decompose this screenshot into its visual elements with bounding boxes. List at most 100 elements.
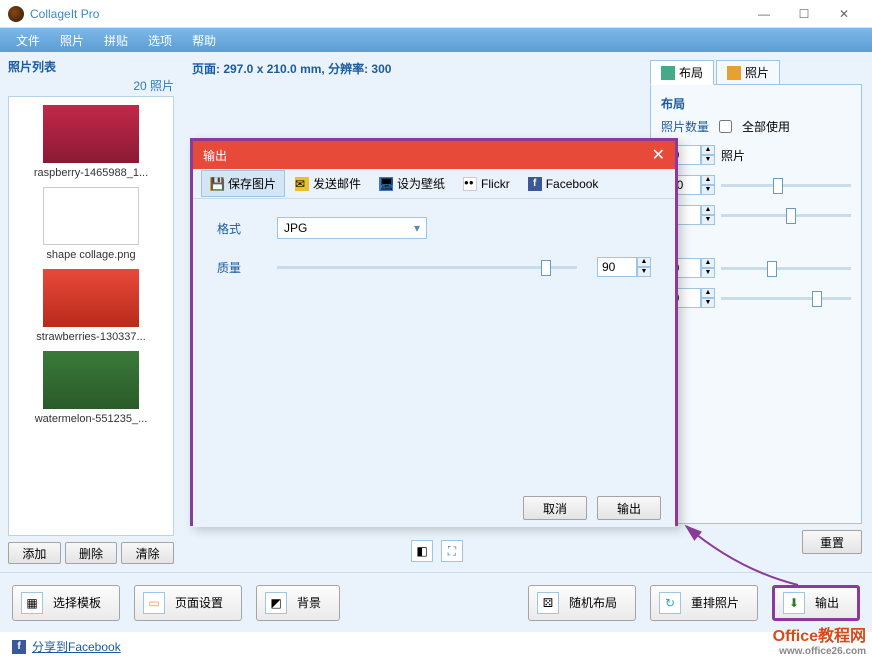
thumbnail-image (43, 187, 139, 245)
close-button[interactable]: ✕ (824, 1, 864, 27)
spin-down[interactable]: ▼ (701, 155, 715, 165)
spin-up[interactable]: ▲ (701, 175, 715, 185)
right-tabs: 布局 照片 (650, 60, 862, 85)
dice-icon: ⚄ (537, 592, 559, 614)
dialog-title: 输出 (203, 147, 227, 164)
spin-down[interactable]: ▼ (637, 267, 651, 277)
spin-down[interactable]: ▼ (701, 215, 715, 225)
minimize-button[interactable]: — (744, 1, 784, 27)
tab-send-mail[interactable]: ✉发送邮件 (287, 171, 369, 196)
thumbnail-image (43, 105, 139, 163)
confirm-export-button[interactable]: 输出 (597, 496, 661, 520)
page-icon: ▭ (143, 592, 165, 614)
facebook-icon: f (12, 640, 26, 654)
spin-up[interactable]: ▲ (701, 288, 715, 298)
list-item[interactable]: raspberry-1465988_1... (13, 105, 169, 179)
facebook-icon: f (528, 177, 542, 191)
tab-layout[interactable]: 布局 (650, 60, 714, 85)
spin-down[interactable]: ▼ (701, 185, 715, 195)
layout-group-title: 布局 (661, 95, 851, 112)
use-all-checkbox[interactable] (719, 120, 732, 133)
random-layout-button[interactable]: ⚄随机布局 (528, 585, 636, 621)
dialog-body: 格式 JPG ▾ 质量 ▲▼ (193, 199, 675, 489)
tab-flickr[interactable]: ●●Flickr (455, 173, 518, 195)
tab-save-image[interactable]: 💾保存图片 (201, 170, 285, 197)
use-all-label: 全部使用 (742, 118, 790, 135)
spin-down[interactable]: ▼ (701, 298, 715, 308)
dialog-title-bar: 输出 ✕ (193, 141, 675, 169)
refresh-icon: ↻ (659, 592, 681, 614)
left-panel: 照片列表 20 照片 raspberry-1465988_1... shape … (0, 52, 182, 572)
app-title: CollageIt Pro (30, 7, 99, 21)
spin-down[interactable]: ▼ (701, 268, 715, 278)
cancel-button[interactable]: 取消 (523, 496, 587, 520)
format-combo[interactable]: JPG ▾ (277, 217, 427, 239)
menu-file[interactable]: 文件 (6, 32, 50, 49)
spacing-slider[interactable] (721, 175, 851, 195)
clear-button[interactable]: 清除 (121, 542, 174, 564)
background-icon: ◩ (265, 592, 287, 614)
sparse-slider[interactable] (721, 288, 851, 308)
tab-wallpaper[interactable]: 🖥设为壁纸 (371, 171, 453, 196)
photo-count: 20 照片 (8, 77, 174, 94)
menu-photo[interactable]: 照片 (50, 32, 94, 49)
left-buttons: 添加 删除 清除 (8, 542, 174, 564)
tab-facebook[interactable]: fFacebook (520, 173, 607, 195)
reset-button[interactable]: 重置 (802, 530, 862, 554)
maximize-button[interactable]: ☐ (784, 1, 824, 27)
share-facebook-link[interactable]: f 分享到Facebook (12, 638, 121, 655)
right-content: 布局 照片数量 全部使用 ▲▼ 照片 ▲▼ (650, 84, 862, 524)
menu-bar: 文件 照片 拼贴 选项 帮助 (0, 28, 872, 52)
add-button[interactable]: 添加 (8, 542, 61, 564)
thumbnail-list[interactable]: raspberry-1465988_1... shape collage.png… (8, 96, 174, 536)
list-item[interactable]: strawberries-130337... (13, 269, 169, 343)
dialog-close-button[interactable]: ✕ (652, 145, 665, 165)
rotation-slider[interactable] (721, 258, 851, 278)
photo-list-title: 照片列表 (8, 58, 174, 75)
select-template-button[interactable]: ▦选择模板 (12, 585, 120, 621)
wallpaper-icon: 🖥 (379, 177, 393, 191)
quality-spinner[interactable]: ▲▼ (597, 257, 651, 277)
delete-button[interactable]: 删除 (65, 542, 118, 564)
page-setup-button[interactable]: ▭页面设置 (134, 585, 242, 621)
layout-icon (661, 66, 675, 80)
save-icon: 💾 (210, 177, 224, 191)
spin-up[interactable]: ▲ (637, 257, 651, 267)
flickr-icon: ●● (463, 177, 477, 191)
photo-suffix: 照片 (721, 147, 745, 164)
title-bar: CollageIt Pro — ☐ ✕ (0, 0, 872, 28)
export-icon: ⬇ (783, 592, 805, 614)
thumbnail-caption: strawberries-130337... (13, 331, 169, 343)
annotation-arrow (678, 520, 808, 590)
crop-icon[interactable]: ◧ (411, 540, 433, 562)
mail-icon: ✉ (295, 177, 309, 191)
menu-help[interactable]: 帮助 (182, 32, 226, 49)
photo-count-label: 照片数量 (661, 118, 713, 135)
app-icon (8, 6, 24, 22)
list-item[interactable]: watermelon-551235_... (13, 351, 169, 425)
export-dialog: 输出 ✕ 💾保存图片 ✉发送邮件 🖥设为壁纸 ●●Flickr fFaceboo… (190, 138, 678, 526)
dialog-footer: 取消 输出 (193, 489, 675, 527)
thumbnail-image (43, 269, 139, 327)
spin-up[interactable]: ▲ (701, 205, 715, 215)
export-tabs: 💾保存图片 ✉发送邮件 🖥设为壁纸 ●●Flickr fFacebook (193, 169, 675, 199)
quality-input[interactable] (597, 257, 637, 277)
menu-options[interactable]: 选项 (138, 32, 182, 49)
menu-collage[interactable]: 拼贴 (94, 32, 138, 49)
thumbnail-image (43, 351, 139, 409)
margin-slider[interactable] (721, 205, 851, 225)
background-button[interactable]: ◩背景 (256, 585, 340, 621)
tab-photo[interactable]: 照片 (716, 60, 780, 85)
page-info: 页面: 297.0 x 210.0 mm, 分辨率: 300 (192, 60, 630, 77)
quality-slider[interactable] (277, 257, 577, 277)
photo-icon (727, 66, 741, 80)
rotation-group-title: 转 (661, 235, 851, 252)
spin-up[interactable]: ▲ (701, 258, 715, 268)
chevron-down-icon: ▾ (414, 221, 420, 235)
spin-up[interactable]: ▲ (701, 145, 715, 155)
format-value: JPG (284, 221, 307, 235)
fit-icon[interactable]: ⛶ (441, 540, 463, 562)
list-item[interactable]: shape collage.png (13, 187, 169, 261)
format-label: 格式 (217, 220, 277, 237)
watermark: Office教程网 www.office26.com (773, 622, 866, 657)
